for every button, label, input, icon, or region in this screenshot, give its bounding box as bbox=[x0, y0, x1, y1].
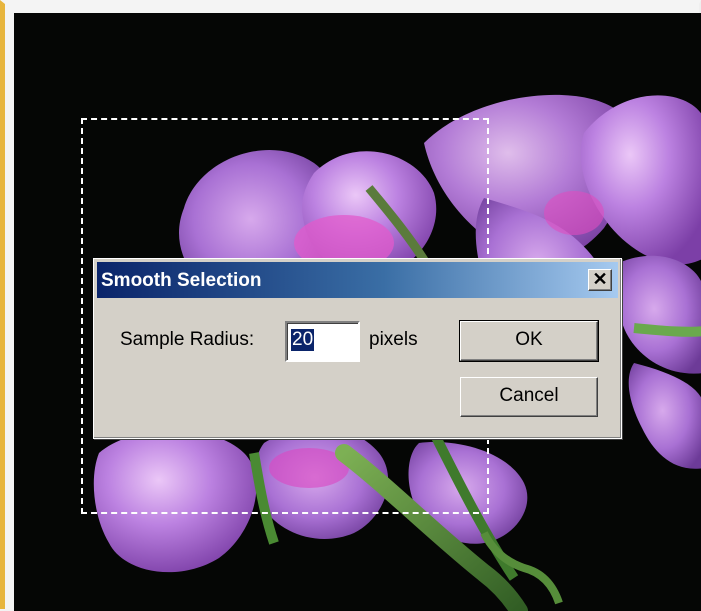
pixels-label: pixels bbox=[369, 329, 418, 350]
ok-button[interactable]: OK bbox=[459, 320, 599, 362]
dialog-titlebar[interactable]: Smooth Selection ✕ bbox=[97, 262, 618, 298]
sample-radius-value: 20 bbox=[291, 329, 315, 351]
sample-radius-input[interactable]: 20 bbox=[285, 321, 360, 362]
close-icon[interactable]: ✕ bbox=[588, 269, 612, 291]
sample-radius-label: Sample Radius: bbox=[120, 329, 255, 350]
cancel-button[interactable]: Cancel bbox=[460, 377, 598, 417]
smooth-selection-dialog: Smooth Selection ✕ Sample Radius: 20 pix… bbox=[93, 258, 622, 439]
dialog-title: Smooth Selection bbox=[101, 270, 262, 291]
